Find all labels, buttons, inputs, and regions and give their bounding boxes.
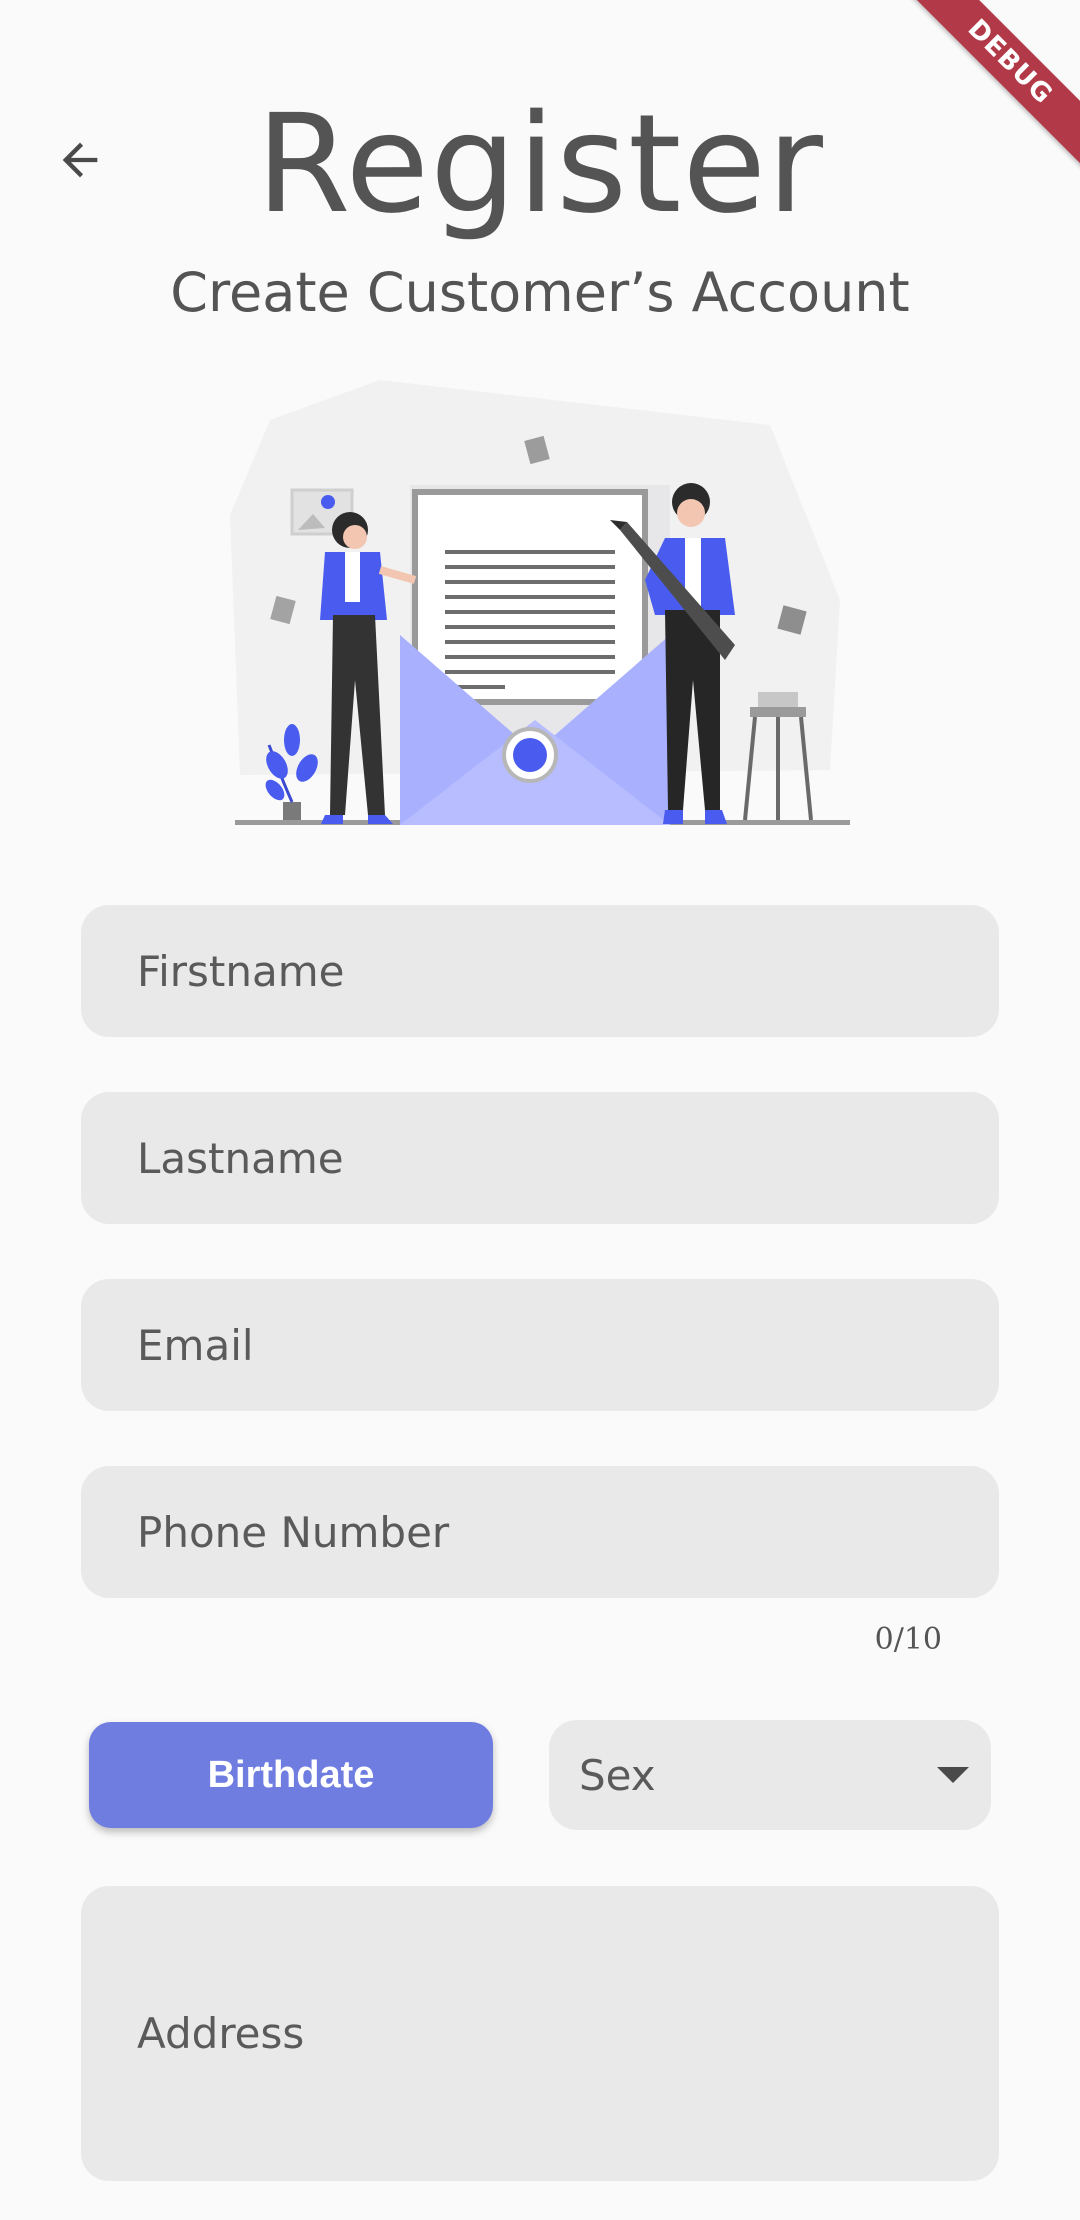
email-field[interactable]: Email: [81, 1279, 999, 1411]
email-placeholder: Email: [137, 1320, 254, 1370]
page-title: Register: [256, 86, 824, 244]
register-illustration: [230, 380, 850, 825]
phone-number-field[interactable]: Phone Number: [81, 1466, 999, 1598]
phone-number-placeholder: Phone Number: [137, 1507, 450, 1557]
address-placeholder: Address: [137, 2009, 305, 2058]
lastname-placeholder: Lastname: [137, 1133, 344, 1183]
birthdate-button[interactable]: Birthdate: [89, 1722, 493, 1828]
register-screen: DEBUG Register Create Customer’s Account: [0, 0, 1080, 2220]
sex-dropdown[interactable]: Sex: [549, 1720, 991, 1830]
page-subtitle: Create Customer’s Account: [170, 261, 910, 324]
firstname-placeholder: Firstname: [137, 946, 345, 996]
lastname-field[interactable]: Lastname: [81, 1092, 999, 1224]
sex-dropdown-placeholder: Sex: [579, 1750, 656, 1800]
dropdown-arrow-icon: [937, 1767, 969, 1783]
firstname-field[interactable]: Firstname: [81, 905, 999, 1037]
phone-character-counter: 0/10: [874, 1622, 942, 1657]
address-field[interactable]: Address: [81, 1886, 999, 2181]
